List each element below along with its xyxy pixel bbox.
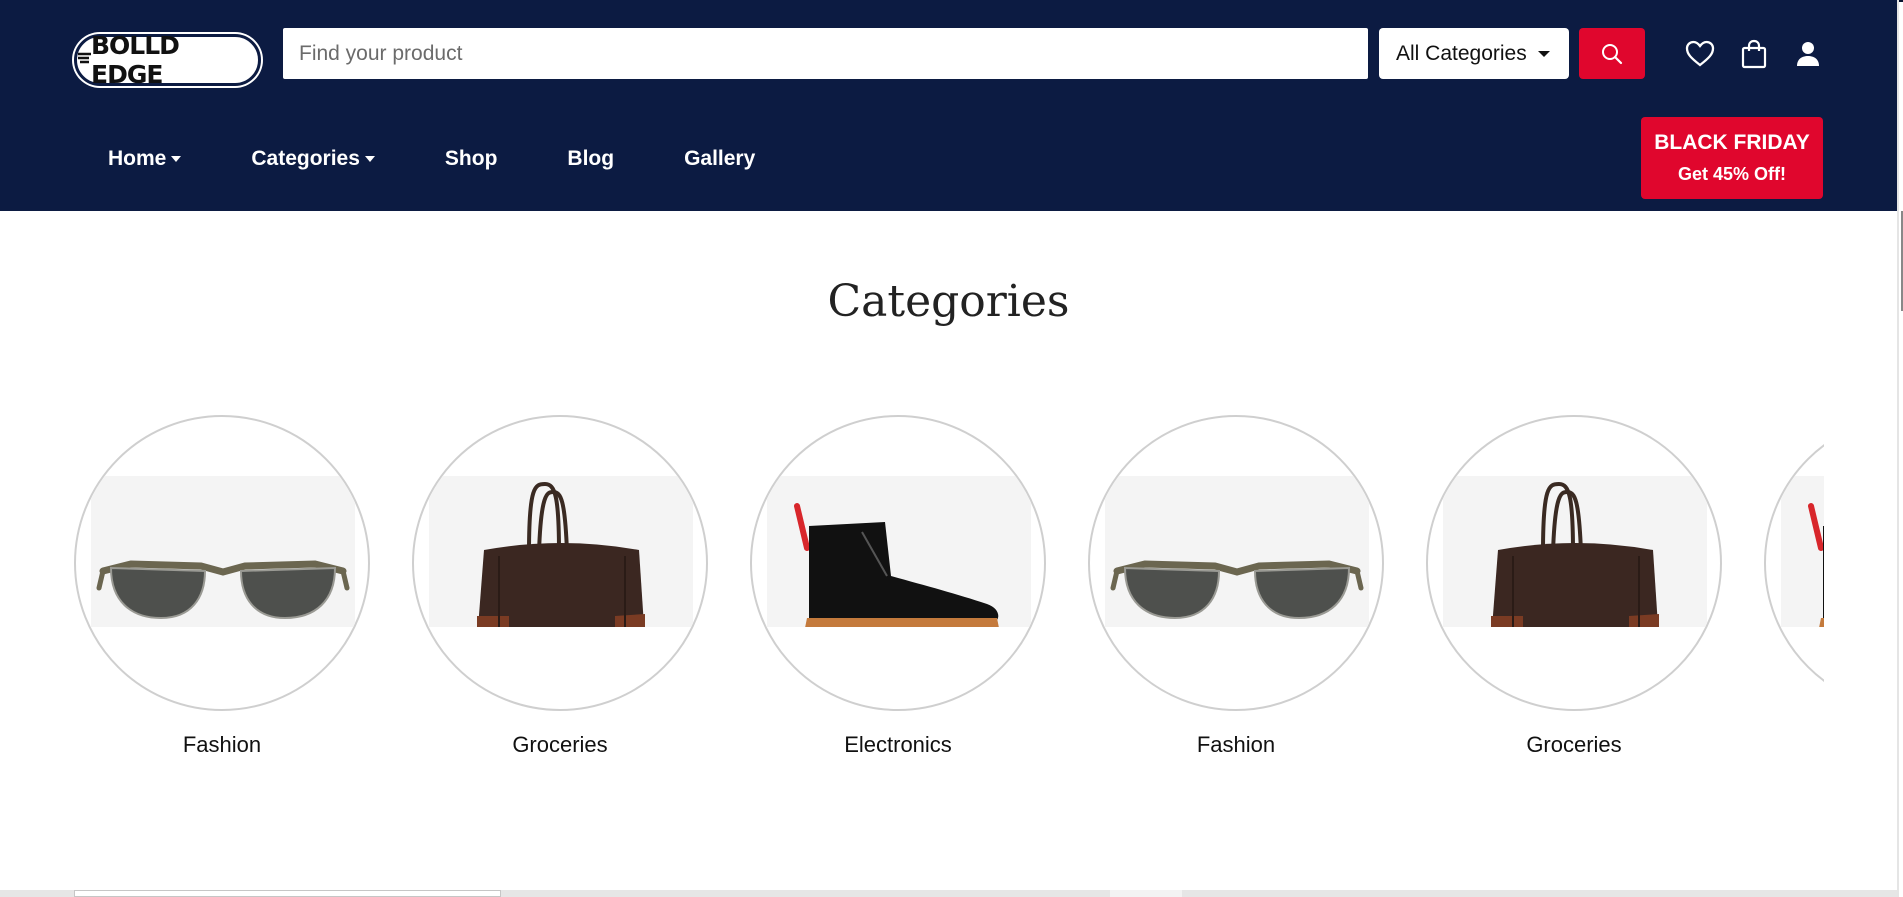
category-image-circle[interactable] xyxy=(74,415,370,711)
search-icon xyxy=(1602,43,1623,64)
chevron-down-icon xyxy=(171,156,182,162)
category-image xyxy=(767,476,1031,636)
category-image xyxy=(1105,476,1369,627)
chevron-down-icon xyxy=(364,156,375,162)
nav-label: Shop xyxy=(444,147,498,170)
boot-icon xyxy=(794,503,999,636)
main-nav: Home Categories Shop Blog Gallery xyxy=(108,146,825,172)
category-image xyxy=(1781,476,1824,628)
chevron-down-icon xyxy=(1537,50,1550,57)
section-title: Categories xyxy=(827,276,1070,327)
user-icon xyxy=(1797,42,1819,66)
nav-item-blog[interactable]: Blog xyxy=(567,147,614,171)
nav-item-shop[interactable]: Shop xyxy=(445,147,498,171)
page-right-edge xyxy=(1897,0,1899,897)
category-select[interactable]: All Categories xyxy=(1379,28,1569,79)
promo-subtitle: Get 45% Off! xyxy=(1677,164,1787,184)
site-header: BOLLD EDGE All Categories Home xyxy=(0,0,1897,211)
logo-text: BOLLD EDGE xyxy=(91,31,180,89)
cart-button[interactable] xyxy=(1738,38,1770,70)
heart-icon xyxy=(1685,40,1715,67)
nav-item-categories[interactable]: Categories xyxy=(251,147,375,171)
black-friday-promo-button[interactable]: BLACK FRIDAY Get 45% Off! xyxy=(1641,117,1823,199)
nav-label: Blog xyxy=(567,147,615,170)
boot-icon xyxy=(1808,503,1824,628)
carousel-scrollbar-segment xyxy=(1110,890,1182,897)
category-image-circle[interactable] xyxy=(412,415,708,711)
search-input[interactable] xyxy=(283,28,1368,79)
bag-icon xyxy=(1491,481,1659,645)
category-image-circle[interactable] xyxy=(1764,415,1824,711)
wishlist-button[interactable] xyxy=(1684,38,1716,70)
nav-label: Categories xyxy=(251,147,360,170)
sunglasses-icon xyxy=(1110,560,1364,620)
carousel-scrollbar-thumb[interactable] xyxy=(74,890,501,897)
category-label: Electronics xyxy=(844,732,952,757)
bag-icon xyxy=(477,481,645,645)
search-button[interactable] xyxy=(1579,28,1645,79)
category-label: Groceries xyxy=(512,732,608,757)
category-select-value: All Categories xyxy=(1396,41,1527,65)
category-label: Groceries xyxy=(1526,732,1622,757)
category-image xyxy=(1443,476,1707,645)
category-label: Fashion xyxy=(182,732,262,757)
shopping-bag-icon xyxy=(1741,39,1767,69)
category-carousel: Fashion Groceries Electronics Fashion Gr… xyxy=(74,413,1824,773)
category-label: Fashion xyxy=(1196,732,1276,757)
nav-label: Home xyxy=(108,147,167,170)
nav-item-home[interactable]: Home xyxy=(108,147,182,171)
category-image-circle[interactable] xyxy=(750,415,1046,711)
sunglasses-icon xyxy=(96,560,350,620)
account-button[interactable] xyxy=(1792,38,1824,70)
category-image-circle[interactable] xyxy=(1088,415,1384,711)
brand-logo[interactable]: BOLLD EDGE xyxy=(74,31,261,89)
category-image-circle[interactable] xyxy=(1426,415,1722,711)
promo-title: BLACK FRIDAY xyxy=(1654,131,1810,154)
category-image xyxy=(91,476,355,627)
category-image xyxy=(429,476,693,645)
nav-item-gallery[interactable]: Gallery xyxy=(684,147,755,171)
nav-label: Gallery xyxy=(684,147,756,170)
